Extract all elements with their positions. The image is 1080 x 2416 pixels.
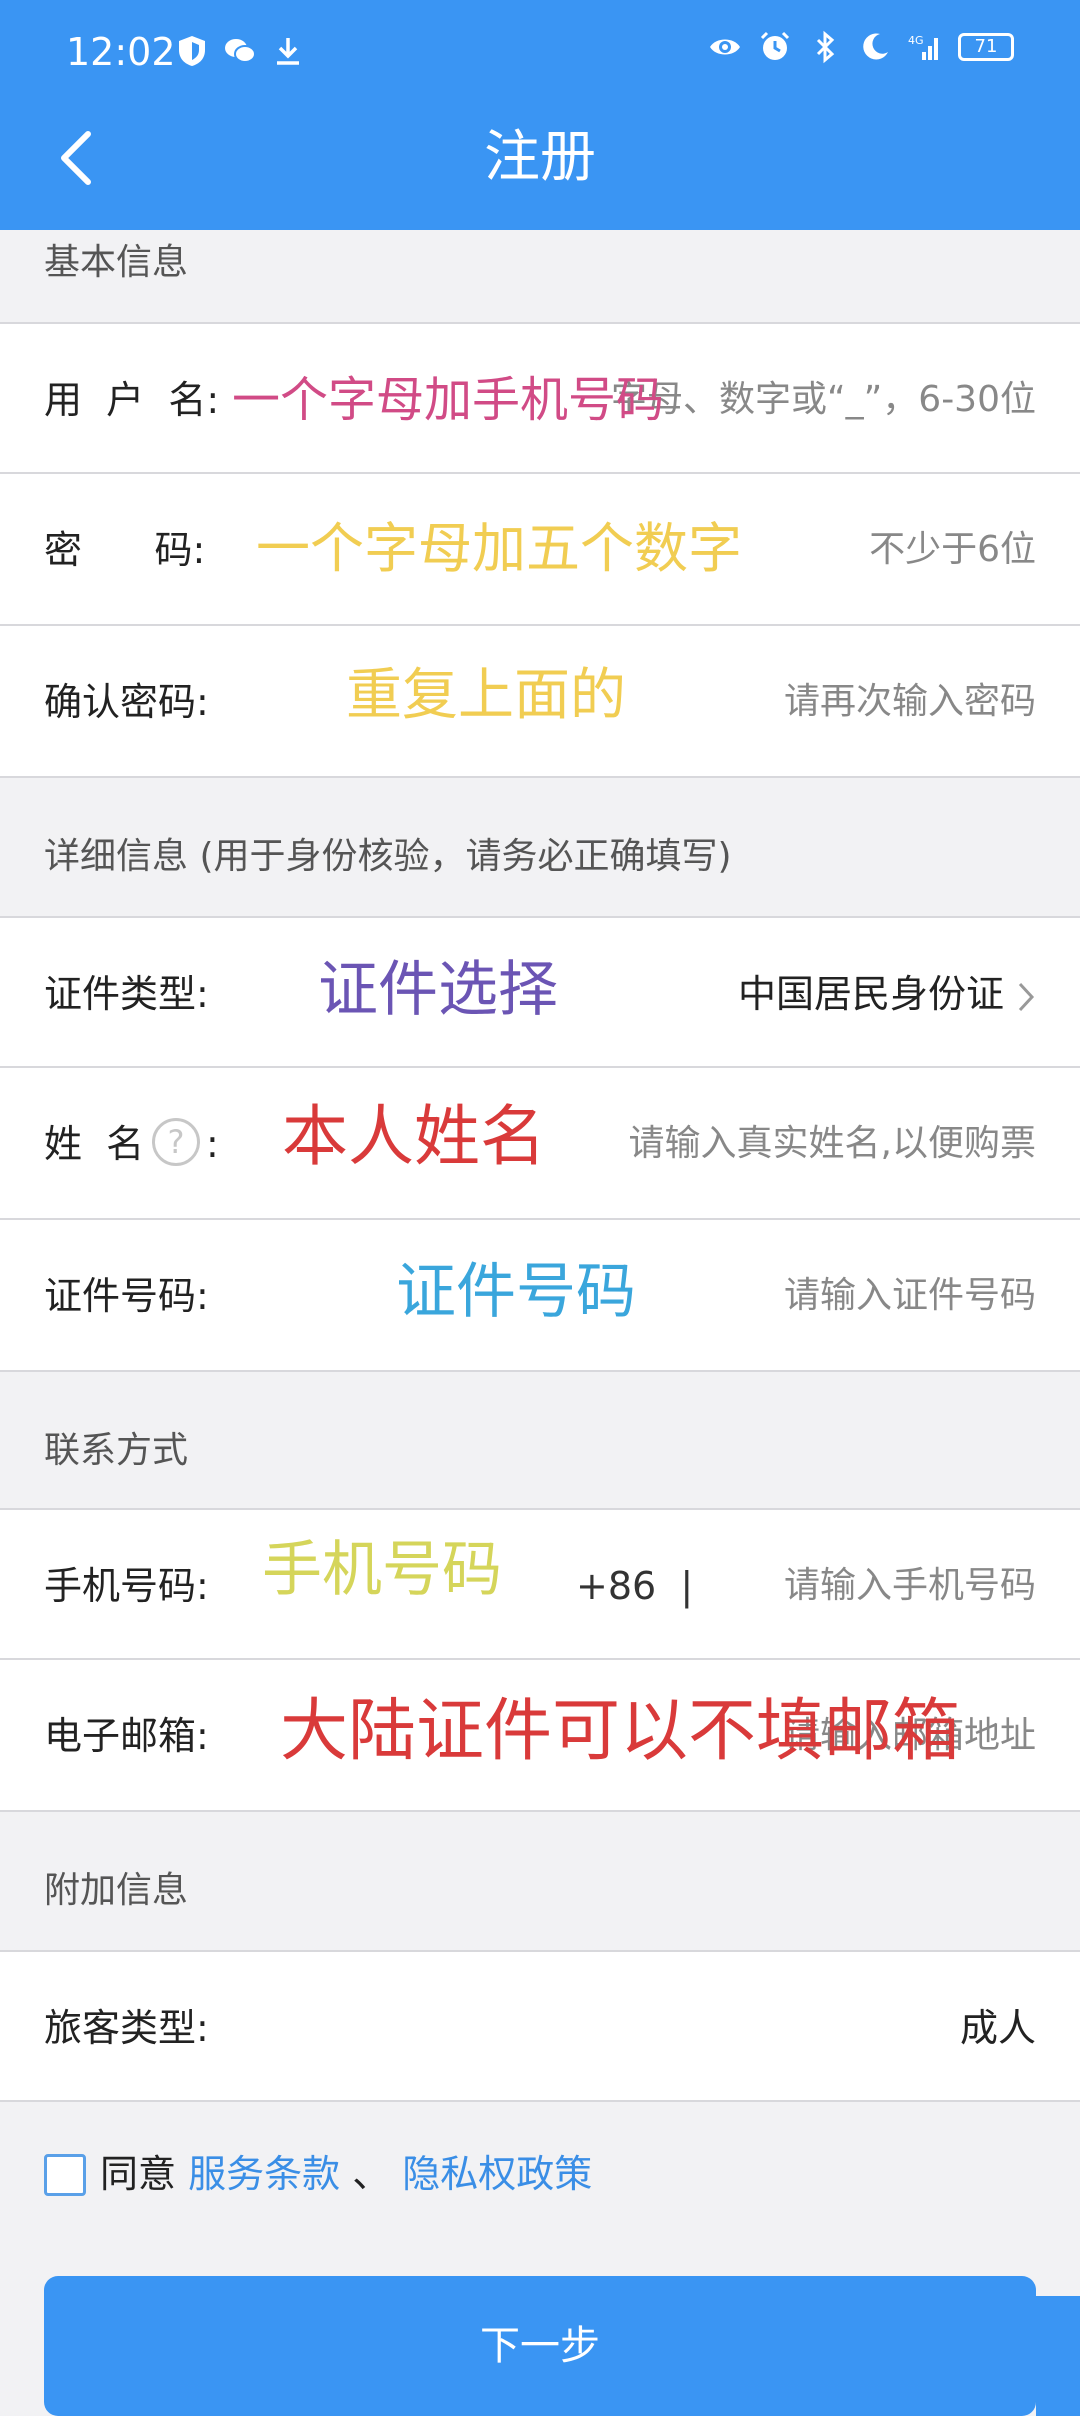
section-detail-info: 详细信息 (用于身份核验，请务必正确填写) — [44, 836, 732, 877]
phone-annotation: 手机号码 — [262, 1535, 502, 1605]
username-annotation: 一个字母加手机号码 — [232, 372, 665, 428]
privacy-link[interactable]: 隐私权政策 — [402, 2152, 592, 2196]
section-basic-info: 基本信息 — [44, 242, 189, 283]
bluetooth-icon — [816, 30, 835, 64]
name-label: 姓 名 — [44, 1122, 145, 1166]
battery-level: 71 — [974, 36, 998, 57]
agree-prefix: 同意 — [100, 2152, 189, 2196]
username-row[interactable]: 用 户 名: 字母、数字或“_”，6-30位 一个字母加手机号码 — [0, 322, 1080, 474]
email-annotation: 大陆证件可以不填邮箱 — [280, 1692, 961, 1771]
status-icons-left — [175, 34, 305, 68]
next-button[interactable]: 下一步 — [44, 2276, 1036, 2416]
id-type-annotation: 证件选择 — [318, 955, 558, 1025]
email-row[interactable]: 电子邮箱: 请输入邮箱地址 大陆证件可以不填邮箱 — [0, 1660, 1080, 1812]
id-number-annotation: 证件号码 — [396, 1257, 636, 1327]
status-time: 12:02 — [66, 30, 176, 74]
status-icons-right: 4G 71 — [708, 30, 1014, 64]
id-type-row[interactable]: 证件类型: 中国居民身份证 证件选择 — [0, 916, 1080, 1068]
download-icon — [277, 38, 299, 65]
next-button-edge — [1036, 2296, 1080, 2416]
id-type-label: 证件类型: — [44, 972, 209, 1016]
name-input[interactable]: 请输入真实姓名,以便购票 — [629, 1114, 1036, 1174]
id-number-row[interactable]: 证件号码: 请输入证件号码 证件号码 — [0, 1220, 1080, 1372]
id-number-label: 证件号码: — [44, 1274, 209, 1318]
username-label: 用 户 名: — [44, 378, 220, 422]
password-row[interactable]: 密 码: 不少于6位 一个字母加五个数字 — [0, 474, 1080, 626]
name-label-colon: : — [206, 1122, 219, 1166]
alarm-icon — [760, 31, 790, 60]
id-type-value: 中国居民身份证 — [737, 972, 1004, 1016]
name-annotation: 本人姓名 — [282, 1098, 546, 1175]
agree-separator: 、 — [340, 2152, 403, 2196]
confirm-annotation: 重复上面的 — [346, 663, 626, 728]
name-row[interactable]: 姓 名 ? : 请输入真实姓名,以便购票 本人姓名 — [0, 1068, 1080, 1220]
moon-icon — [863, 33, 888, 60]
help-icon[interactable]: ? — [152, 1118, 200, 1166]
id-number-input[interactable]: 请输入证件号码 — [784, 1266, 1036, 1326]
passenger-type-row[interactable]: 旅客类型: 成人 — [0, 1950, 1080, 2102]
eye-icon — [710, 39, 740, 55]
password-label: 密 码: — [44, 528, 206, 572]
app-header: 12:02 4G 71 注册 — [0, 0, 1080, 230]
username-input[interactable]: 字母、数字或“_”，6-30位 — [611, 370, 1036, 430]
phone-country-code[interactable]: +86 | — [576, 1556, 693, 1616]
signal-icon: 4G — [908, 34, 938, 60]
confirm-password-row[interactable]: 确认密码: 请再次输入密码 重复上面的 — [0, 626, 1080, 778]
network-label: 4G — [908, 34, 924, 47]
section-extra-info: 附加信息 — [44, 1870, 189, 1911]
email-label: 电子邮箱: — [44, 1714, 209, 1758]
phone-row[interactable]: 手机号码: +86 | 请输入手机号码 手机号码 — [0, 1508, 1080, 1660]
section-contact: 联系方式 — [44, 1430, 189, 1471]
terms-link[interactable]: 服务条款 — [188, 2152, 340, 2196]
confirm-password-label: 确认密码: — [44, 680, 209, 724]
page-title: 注册 — [484, 125, 596, 190]
wechat-icon — [225, 39, 256, 63]
passenger-type-value[interactable]: 成人 — [960, 1998, 1036, 2058]
confirm-password-input[interactable]: 请再次输入密码 — [784, 672, 1036, 732]
passenger-type-label: 旅客类型: — [44, 2006, 209, 2050]
agreement-text: 同意 服务条款 、 隐私权政策 — [100, 2146, 592, 2202]
shield-icon — [179, 36, 205, 66]
password-annotation: 一个字母加五个数字 — [256, 517, 742, 580]
chevron-right-icon — [1018, 982, 1035, 1011]
phone-input[interactable]: 请输入手机号码 — [784, 1556, 1036, 1616]
status-bar: 12:02 4G 71 — [0, 0, 1080, 104]
id-type-select[interactable]: 中国居民身份证 — [738, 964, 1036, 1024]
battery-icon: 71 — [958, 33, 1014, 61]
password-input[interactable]: 不少于6位 — [869, 520, 1036, 580]
phone-label: 手机号码: — [44, 1564, 209, 1608]
agree-checkbox[interactable] — [44, 2154, 86, 2196]
